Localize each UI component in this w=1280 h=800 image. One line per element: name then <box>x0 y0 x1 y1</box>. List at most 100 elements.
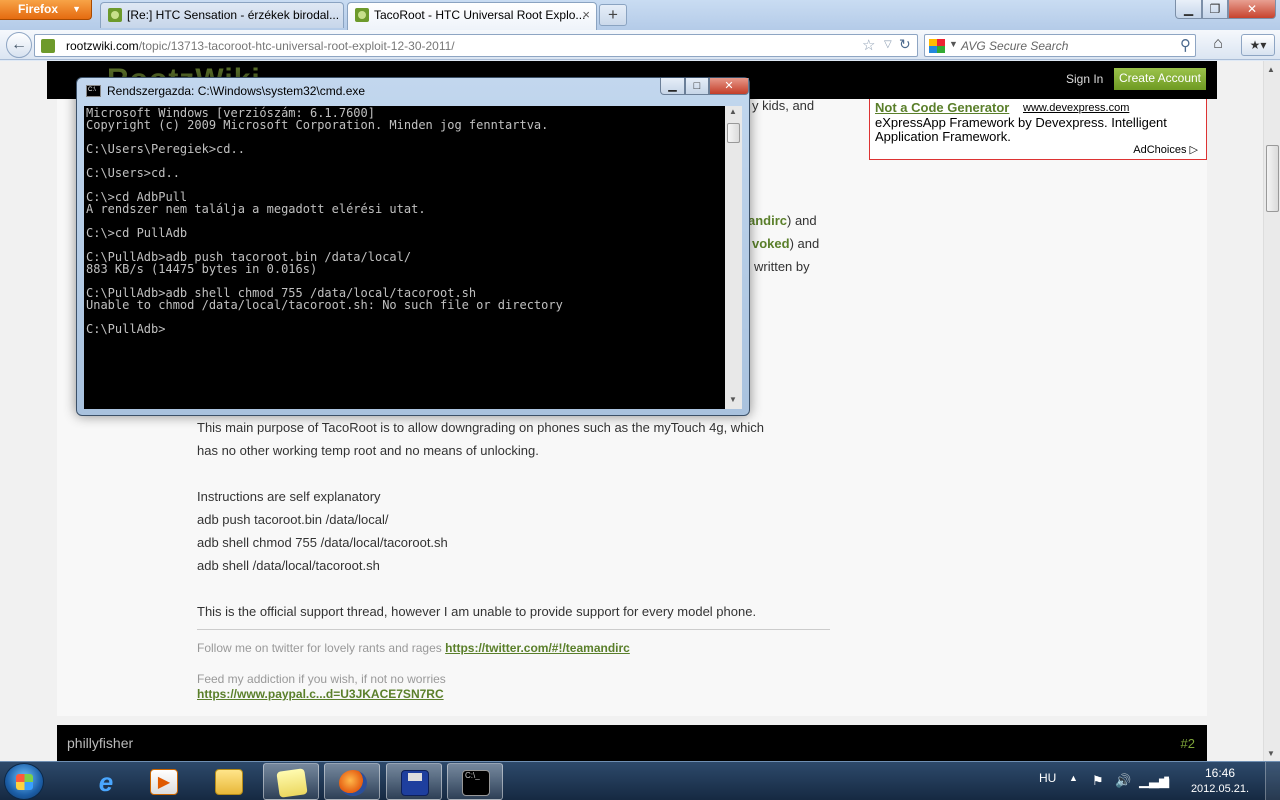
maximize-button[interactable]: ❐ <box>1202 0 1228 19</box>
avg-logo-icon[interactable] <box>929 39 945 53</box>
ad-url-link[interactable]: www.devexpress.com <box>1023 102 1129 114</box>
ad-box[interactable]: Not a Code Generator www.devexpress.com … <box>869 99 1207 160</box>
signature-text: Follow me on twitter for lovely rants an… <box>197 641 442 655</box>
url-path: /topic/13713-tacoroot-htc-universal-root… <box>138 39 455 53</box>
author-link[interactable]: andirc <box>748 213 787 228</box>
taskbar: e ▶ C:\_ HU ▲ ⚑ 🔊 ▁▃▅ ▮ 16:46 2012.05.21… <box>0 761 1280 800</box>
chevron-down-icon[interactable]: ▼ <box>949 39 958 49</box>
cmd-window-title: Rendszergazda: C:\Windows\system32\cmd.e… <box>107 84 366 98</box>
cmd-window[interactable]: C:\ Rendszergazda: C:\Windows\system32\c… <box>76 77 750 416</box>
cmd-app-icon[interactable]: C:\ <box>86 85 101 97</box>
taskbar-cmd[interactable]: C:\_ <box>447 763 503 800</box>
tab-title: TacoRoot - HTC Universal Root Explo... <box>374 8 586 22</box>
scroll-up-icon[interactable]: ▲ <box>729 107 737 116</box>
tab-title: [Re:] HTC Sensation - érzékek birodal... <box>127 8 340 22</box>
firefox-menu-button[interactable]: Firefox ▼ <box>0 0 92 20</box>
post-code-line: adb shell chmod 755 /data/local/tacoroot… <box>197 535 448 550</box>
post-code-line: adb shell /data/local/tacoroot.sh <box>197 558 380 573</box>
navigation-toolbar: ← rootzwiki.com/topic/13713-tacoroot-htc… <box>0 30 1280 60</box>
url-domain: rootzwiki.com <box>66 39 139 53</box>
back-arrow-icon[interactable]: ← <box>6 32 32 58</box>
dropdown-arrow-icon[interactable]: ▽ <box>884 39 892 50</box>
cmd-minimize-button[interactable]: ▁ <box>660 78 685 95</box>
bookmarks-menu-icon[interactable]: ★▾ <box>1241 34 1275 56</box>
taskbar-sticky-notes[interactable] <box>263 763 319 800</box>
next-post-header: phillyfisher #2 <box>57 725 1207 761</box>
tab-close-icon[interactable]: × <box>582 3 590 27</box>
clock-time[interactable]: 16:46 <box>1190 766 1250 780</box>
media-player-icon: ▶ <box>150 769 178 795</box>
reload-icon[interactable]: ↻ <box>899 36 911 53</box>
scroll-down-icon[interactable]: ▼ <box>1267 749 1275 758</box>
site-favicon-icon <box>41 39 55 53</box>
url-text: rootzwiki.com/topic/13713-tacoroot-htc-u… <box>66 39 455 53</box>
scroll-up-icon[interactable]: ▲ <box>1267 65 1275 74</box>
new-tab-button[interactable]: + <box>599 4 627 26</box>
scrollbar-thumb[interactable] <box>1266 145 1279 212</box>
adchoices-label: AdChoices <box>1133 144 1187 156</box>
start-button[interactable] <box>4 763 44 800</box>
create-account-button[interactable]: Create Account <box>1114 68 1206 90</box>
post-text-partial: y kids, and <box>752 98 815 113</box>
home-icon[interactable]: ⌂ <box>1206 35 1230 55</box>
cmd-maximize-button[interactable]: □ <box>685 78 709 95</box>
post-author-link[interactable]: phillyfisher <box>67 735 133 751</box>
browser-titlebar: Firefox ▼ [Re:] HTC Sensation - érzékek … <box>0 0 1280 30</box>
cmd-console[interactable]: Microsoft Windows [verziószám: 6.1.7600]… <box>84 106 725 409</box>
author-link[interactable]: voked <box>752 236 790 251</box>
search-icon[interactable]: ⚲ <box>1180 36 1191 54</box>
site-favicon-icon <box>108 8 122 22</box>
twitter-link[interactable]: https://twitter.com/#!/teamandirc <box>445 641 630 655</box>
taskbar-explorer[interactable] <box>201 763 257 800</box>
post-number-link[interactable]: #2 <box>1181 736 1195 751</box>
taskbar-media-player[interactable]: ▶ <box>136 763 192 800</box>
bookmark-star-icon[interactable]: ☆ <box>862 36 875 54</box>
cmd-icon: C:\_ <box>462 770 490 796</box>
taskbar-internet-explorer[interactable]: e <box>78 763 134 800</box>
floppy-disk-icon <box>401 770 429 796</box>
language-indicator[interactable]: HU <box>1039 771 1056 785</box>
show-hidden-icons-icon[interactable]: ▲ <box>1069 773 1078 783</box>
chevron-down-icon: ▼ <box>72 4 81 14</box>
cmd-scrollbar[interactable]: ▲ ▼ <box>725 106 742 409</box>
search-input[interactable]: AVG Secure Search <box>961 39 1068 53</box>
post-text-fragment: ) and <box>787 213 817 228</box>
ad-description: eXpressApp Framework by Devexpress. Inte… <box>875 115 1167 144</box>
cmd-scrollbar-thumb[interactable] <box>727 123 740 143</box>
scroll-down-icon[interactable]: ▼ <box>729 395 737 404</box>
page-scrollbar[interactable]: ▲ ▼ <box>1263 61 1280 761</box>
tab-htc-sensation[interactable]: [Re:] HTC Sensation - érzékek birodal... <box>100 2 344 28</box>
post-text-partial: voked) and <box>752 236 819 251</box>
action-center-flag-icon[interactable]: ⚑ <box>1092 773 1104 789</box>
show-desktop-button[interactable] <box>1265 762 1280 800</box>
adchoices-link[interactable]: AdChoices ▷ <box>1133 143 1198 156</box>
signature-line: Follow me on twitter for lovely rants an… <box>197 641 630 655</box>
post-text-partial: andirc) and <box>748 213 817 228</box>
url-bar[interactable]: rootzwiki.com/topic/13713-tacoroot-htc-u… <box>34 34 918 57</box>
firefox-icon <box>339 770 367 796</box>
firefox-menu-label: Firefox <box>18 2 59 16</box>
search-bar[interactable]: ▼ AVG Secure Search ⚲ <box>924 34 1196 57</box>
clock-date[interactable]: 2012.05.21. <box>1188 783 1252 795</box>
taskbar-save-app[interactable] <box>386 763 442 800</box>
sign-in-link[interactable]: Sign In <box>1066 72 1103 86</box>
cmd-close-button[interactable]: ✕ <box>709 78 749 95</box>
ad-title-link[interactable]: Not a Code Generator <box>875 100 1009 115</box>
tab-tacoroot[interactable]: TacoRoot - HTC Universal Root Explo... × <box>347 2 597 30</box>
signature-divider <box>197 629 830 630</box>
paypal-link[interactable]: https://www.paypal.c...d=U3JKACE7SN7RC <box>197 687 444 701</box>
taskbar-firefox[interactable] <box>324 763 380 800</box>
sticky-notes-icon <box>276 768 308 798</box>
internet-explorer-icon: e <box>98 767 114 797</box>
volume-icon[interactable]: 🔊 <box>1115 773 1131 789</box>
minimize-button[interactable]: ▁ <box>1175 0 1202 19</box>
post-paragraph: Instructions are self explanatory <box>197 489 381 504</box>
post-text-partial: written by <box>754 259 810 274</box>
folder-icon <box>215 769 243 795</box>
close-button[interactable]: ✕ <box>1228 0 1276 19</box>
post-paragraph: has no other working temp root and no me… <box>197 443 539 458</box>
cmd-output-text: Microsoft Windows [verziószám: 6.1.7600]… <box>86 106 563 336</box>
post-paragraph: This main purpose of TacoRoot is to allo… <box>197 420 765 435</box>
post-paragraph: This is the official support thread, how… <box>197 604 757 619</box>
battery-icon[interactable]: ▮ <box>1163 773 1170 789</box>
